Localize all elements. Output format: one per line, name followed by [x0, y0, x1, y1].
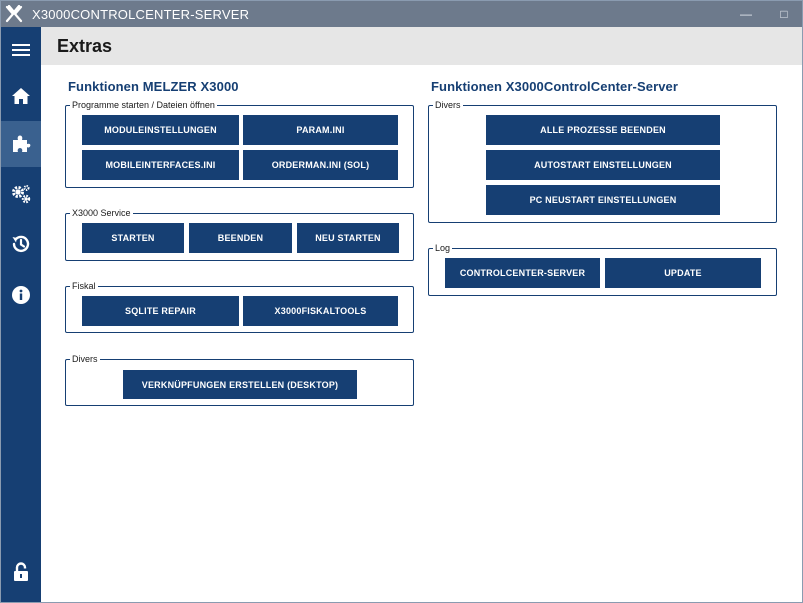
sidebar: [1, 27, 41, 602]
group-divers-right: Divers ALLE PROZESSE BEENDEN AUTOSTART E…: [428, 99, 777, 223]
beenden-button[interactable]: BEENDEN: [189, 223, 292, 253]
sidebar-item-settings[interactable]: [1, 171, 41, 217]
moduleinstellungen-button[interactable]: MODULEINSTELLUNGEN: [82, 115, 239, 145]
section-title-melzer: Funktionen MELZER X3000: [68, 79, 239, 94]
group-x3000-service: X3000 Service STARTEN BEENDEN NEU STARTE…: [65, 207, 414, 261]
x3000fiskaltools-button[interactable]: X3000FISKALTOOLS: [243, 296, 398, 326]
group-fiskal: Fiskal SQLITE REPAIR X3000FISKALTOOLS: [65, 280, 414, 333]
group-legend: Divers: [433, 99, 463, 111]
page-title: Extras: [57, 36, 113, 56]
group-legend: Log: [433, 242, 453, 254]
group-divers-left: Divers VERKNÜPFUNGEN ERSTELLEN (DESKTOP): [65, 353, 414, 406]
sidebar-item-home[interactable]: [1, 73, 41, 119]
pc-neustart-einstellungen-button[interactable]: PC NEUSTART EINSTELLUNGEN: [486, 185, 720, 215]
sidebar-item-history[interactable]: [1, 221, 41, 267]
section-title-controlcenter: Funktionen X3000ControlCenter-Server: [431, 79, 679, 94]
title-bar: X3000CONTROLCENTER-SERVER — □: [1, 1, 802, 27]
minimize-button[interactable]: —: [735, 4, 757, 24]
mobileinterfaces-ini-button[interactable]: MOBILEINTERFACES.INI: [82, 150, 239, 180]
app-logo-icon: [5, 5, 23, 23]
group-programs: Programme starten / Dateien öffnen MODUL…: [65, 99, 414, 188]
history-icon: [12, 235, 30, 253]
param-ini-button[interactable]: PARAM.INI: [243, 115, 398, 145]
alle-prozesse-beenden-button[interactable]: ALLE PROZESSE BEENDEN: [486, 115, 720, 145]
sqlite-repair-button[interactable]: SQLITE REPAIR: [82, 296, 239, 326]
group-legend: X3000 Service: [70, 207, 133, 219]
window-title: X3000CONTROLCENTER-SERVER: [32, 7, 250, 22]
autostart-einstellungen-button[interactable]: AUTOSTART EINSTELLUNGEN: [486, 150, 720, 180]
starten-button[interactable]: STARTEN: [82, 223, 184, 253]
maximize-button[interactable]: □: [773, 4, 795, 24]
info-icon: [12, 286, 30, 304]
puzzle-icon: [13, 135, 31, 152]
app-window: X3000CONTROLCENTER-SERVER — □ Extras Fun…: [0, 0, 803, 603]
orderman-ini-button[interactable]: ORDERMAN.INI (SOL): [243, 150, 398, 180]
update-button[interactable]: UPDATE: [605, 258, 761, 288]
lock-icon: [14, 562, 28, 581]
group-legend: Programme starten / Dateien öffnen: [70, 99, 217, 111]
hamburger-menu-icon: [12, 44, 30, 56]
group-log: Log CONTROLCENTER-SERVER UPDATE: [428, 242, 777, 296]
verknuepfungen-erstellen-button[interactable]: VERKNÜPFUNGEN ERSTELLEN (DESKTOP): [123, 370, 357, 399]
sidebar-item-lock[interactable]: [1, 549, 41, 595]
group-legend: Fiskal: [70, 280, 98, 292]
controlcenter-server-button[interactable]: CONTROLCENTER-SERVER: [445, 258, 600, 288]
sidebar-item-extras[interactable]: [1, 121, 41, 167]
home-icon: [12, 88, 30, 104]
neu-starten-button[interactable]: NEU STARTEN: [297, 223, 399, 253]
sidebar-item-menu[interactable]: [1, 27, 41, 73]
sidebar-item-info[interactable]: [1, 272, 41, 318]
gears-icon: [12, 185, 31, 204]
group-legend: Divers: [70, 353, 100, 365]
page-header: Extras: [41, 27, 802, 65]
